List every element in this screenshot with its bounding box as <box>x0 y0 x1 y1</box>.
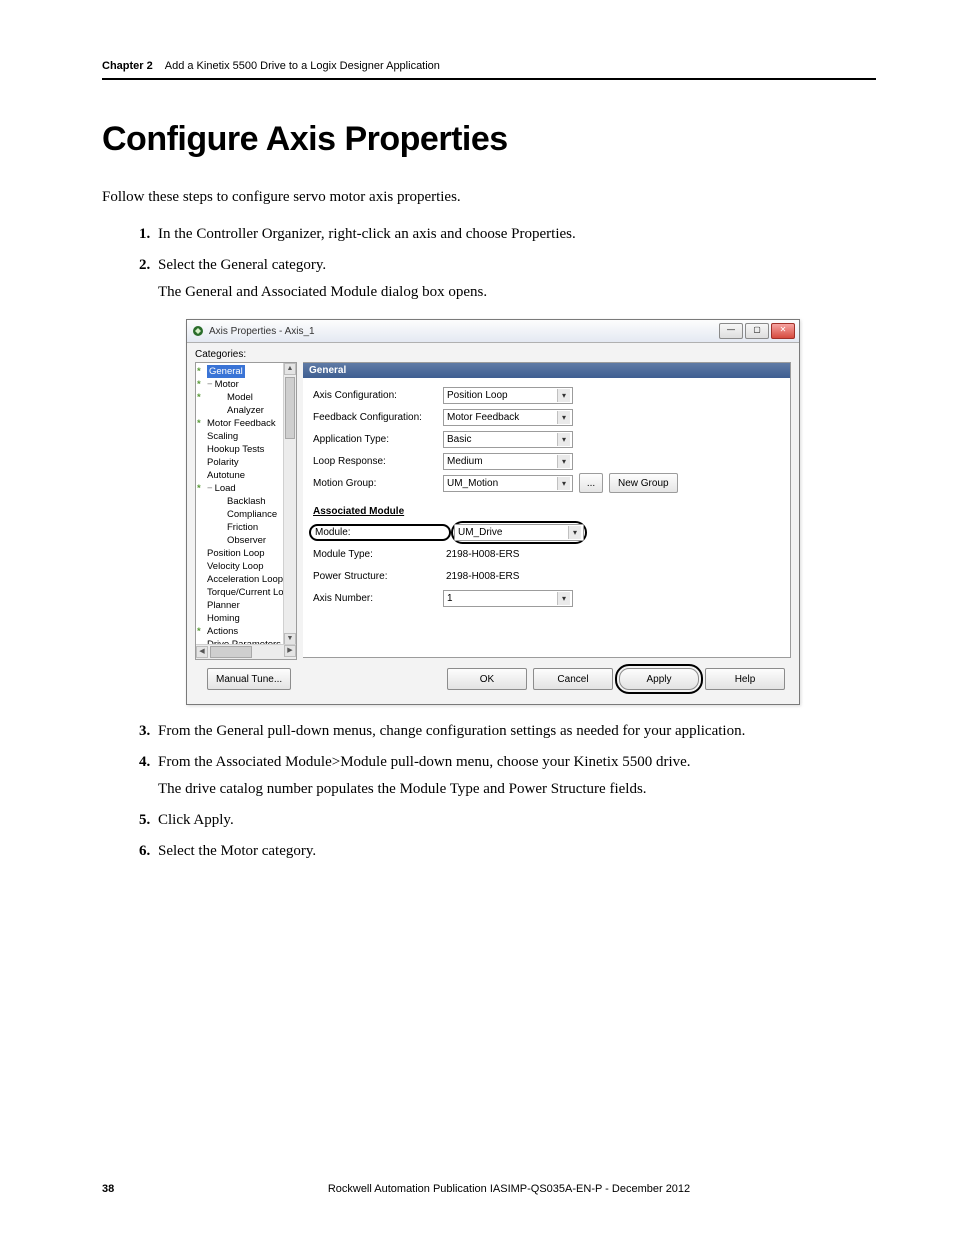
scroll-right-arrow-icon[interactable]: ▶ <box>284 645 296 657</box>
tree-node[interactable]: Friction <box>197 521 295 534</box>
axis-configuration-select[interactable]: Position Loop <box>443 387 573 404</box>
motion-group-label: Motion Group: <box>313 478 443 489</box>
step-5: Click Apply. <box>154 812 876 829</box>
feedback-configuration-select[interactable]: Motor Feedback <box>443 409 573 426</box>
loop-response-label: Loop Response: <box>313 456 443 467</box>
page-title: Configure Axis Properties <box>102 120 876 159</box>
axis-properties-dialog: Axis Properties - Axis_1 — ▢ ✕ Categorie… <box>186 319 800 705</box>
select-value: Position Loop <box>447 390 508 401</box>
step-text: From the Associated Module>Module pull-d… <box>158 754 691 770</box>
horizontal-scrollbar[interactable]: ◀ ▶ <box>196 644 296 659</box>
step-3: From the General pull-down menus, change… <box>154 723 876 740</box>
tree-node[interactable]: *Model <box>197 391 295 404</box>
tree-node[interactable]: Analyzer <box>197 404 295 417</box>
step-6: Select the Motor category. <box>154 843 876 860</box>
dialog-button-row: Manual Tune... OK Cancel Apply Help <box>195 660 791 696</box>
tree-node[interactable]: Scaling <box>197 430 295 443</box>
axis-configuration-label: Axis Configuration: <box>313 390 443 401</box>
panel-heading: General <box>303 363 790 378</box>
tree-node[interactable]: Compliance <box>197 508 295 521</box>
step-text: From the General pull-down menus, change… <box>158 723 745 739</box>
scroll-up-arrow-icon[interactable]: ▲ <box>284 363 296 375</box>
step-text: In the Controller Organizer, right-click… <box>158 226 576 242</box>
window-controls: — ▢ ✕ <box>719 323 795 339</box>
chapter-title: Add a Kinetix 5500 Drive to a Logix Desi… <box>165 60 440 72</box>
feedback-configuration-label: Feedback Configuration: <box>313 412 443 423</box>
module-label: Module: <box>309 524 451 541</box>
scroll-thumb-h[interactable] <box>210 646 252 658</box>
app-icon <box>191 324 205 338</box>
select-value: Medium <box>447 456 483 467</box>
tree-node[interactable]: Hookup Tests <box>197 443 295 456</box>
tree-node[interactable]: *Actions <box>197 625 295 638</box>
manual-tune-button[interactable]: Manual Tune... <box>207 668 291 690</box>
tree-node[interactable]: *−Load <box>197 482 295 495</box>
power-structure-value: 2198-H008-ERS <box>443 571 519 582</box>
vertical-scrollbar[interactable]: ▲ ▼ <box>283 363 296 645</box>
categories-label: Categories: <box>195 349 791 360</box>
tree-node[interactable]: Observer <box>197 534 295 547</box>
tree-node[interactable]: Velocity Loop <box>197 560 295 573</box>
application-type-select[interactable]: Basic <box>443 431 573 448</box>
module-type-value: 2198-H008-ERS <box>443 549 519 560</box>
step-subtext: The General and Associated Module dialog… <box>158 284 876 301</box>
application-type-label: Application Type: <box>313 434 443 445</box>
help-button[interactable]: Help <box>705 668 785 690</box>
step-4: From the Associated Module>Module pull-d… <box>154 754 876 798</box>
page-number: 38 <box>102 1183 142 1195</box>
intro-paragraph: Follow these steps to configure servo mo… <box>102 189 876 206</box>
step-1: In the Controller Organizer, right-click… <box>154 226 876 243</box>
tree-node[interactable]: Homing <box>197 612 295 625</box>
step-text: Click Apply. <box>158 812 234 828</box>
general-panel: General Axis Configuration: Position Loo… <box>303 362 791 658</box>
page-footer: 38 Rockwell Automation Publication IASIM… <box>102 1183 876 1195</box>
tree-node[interactable]: Backlash <box>197 495 295 508</box>
tree-node[interactable]: Planner <box>197 599 295 612</box>
associated-module-heading: Associated Module <box>313 506 780 517</box>
module-type-label: Module Type: <box>313 549 443 560</box>
scroll-left-arrow-icon[interactable]: ◀ <box>196 646 208 658</box>
titlebar[interactable]: Axis Properties - Axis_1 — ▢ ✕ <box>187 320 799 343</box>
select-value: Basic <box>447 434 471 445</box>
motion-group-browse-button[interactable]: ... <box>579 473 603 493</box>
select-value: UM_Motion <box>447 478 498 489</box>
scroll-thumb[interactable] <box>285 377 295 439</box>
ok-button[interactable]: OK <box>447 668 527 690</box>
header-rule <box>102 78 876 80</box>
publication-info: Rockwell Automation Publication IASIMP-Q… <box>142 1183 876 1195</box>
step-list: In the Controller Organizer, right-click… <box>102 226 876 860</box>
close-button[interactable]: ✕ <box>771 323 795 339</box>
tree-node[interactable]: *−Motor <box>197 378 295 391</box>
cancel-button[interactable]: Cancel <box>533 668 613 690</box>
axis-number-select[interactable]: 1 <box>443 590 573 607</box>
tree-node[interactable]: Acceleration Loop <box>197 573 295 586</box>
step-2: Select the General category. The General… <box>154 257 876 705</box>
tree-node[interactable]: *General <box>197 365 295 378</box>
apply-button[interactable]: Apply <box>619 668 699 690</box>
maximize-button[interactable]: ▢ <box>745 323 769 339</box>
tree-node[interactable]: Torque/Current Lo <box>197 586 295 599</box>
motion-group-select[interactable]: UM_Motion <box>443 475 573 492</box>
tree-node[interactable]: Autotune <box>197 469 295 482</box>
step-text: Select the General category. <box>158 257 326 273</box>
loop-response-select[interactable]: Medium <box>443 453 573 470</box>
tree-node[interactable]: Position Loop <box>197 547 295 560</box>
dialog-title: Axis Properties - Axis_1 <box>209 326 719 337</box>
axis-number-label: Axis Number: <box>313 593 443 604</box>
minimize-button[interactable]: — <box>719 323 743 339</box>
running-header: Chapter 2 Add a Kinetix 5500 Drive to a … <box>102 60 876 72</box>
new-group-button[interactable]: New Group <box>609 473 678 493</box>
select-value: Motor Feedback <box>447 412 519 423</box>
step-text: Select the Motor category. <box>158 843 316 859</box>
step-subtext: The drive catalog number populates the M… <box>158 781 876 798</box>
power-structure-label: Power Structure: <box>313 571 443 582</box>
select-value: UM_Drive <box>458 527 502 538</box>
categories-tree[interactable]: *General*−Motor*ModelAnalyzer*Motor Feed… <box>195 362 297 660</box>
tree-node[interactable]: *Motor Feedback <box>197 417 295 430</box>
tree-node[interactable]: Polarity <box>197 456 295 469</box>
module-select[interactable]: UM_Drive <box>454 524 584 541</box>
chapter-label: Chapter 2 <box>102 60 153 72</box>
select-value: 1 <box>447 593 453 604</box>
